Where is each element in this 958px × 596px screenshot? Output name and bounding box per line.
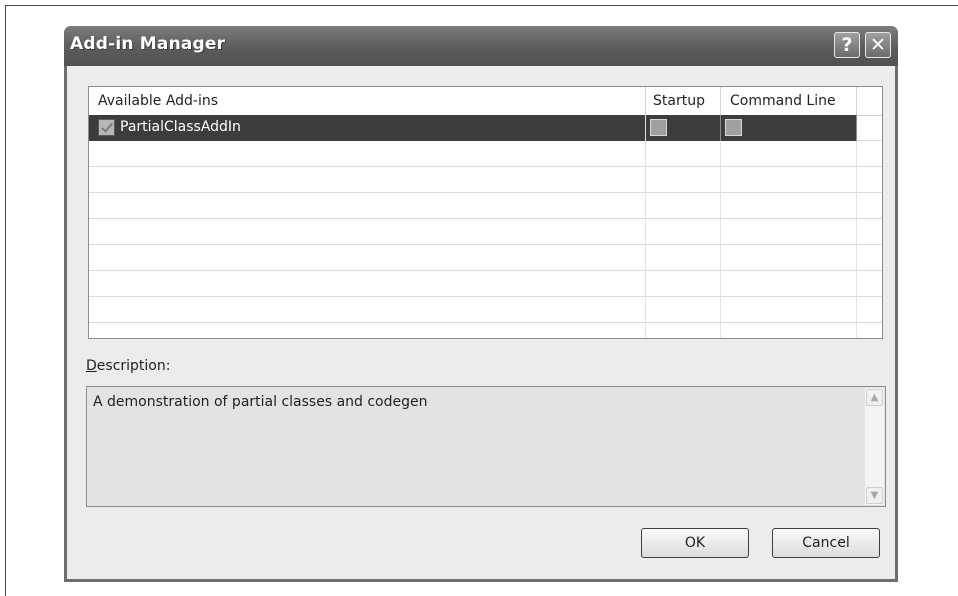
- close-icon: ✕: [870, 34, 886, 56]
- list-item-empty: [89, 193, 882, 219]
- help-icon: ?: [841, 34, 853, 56]
- dialog-client-area: Available Add-ins Startup Command Line P…: [67, 66, 895, 579]
- empty-cell: [89, 271, 646, 297]
- empty-cell: [721, 245, 857, 271]
- empty-cell: [646, 323, 721, 338]
- empty-cell: [646, 297, 721, 323]
- description-text: A demonstration of partial classes and c…: [93, 394, 428, 410]
- empty-cell: [89, 219, 646, 245]
- startup-cell[interactable]: [646, 115, 721, 141]
- description-box[interactable]: A demonstration of partial classes and c…: [86, 386, 886, 507]
- description-label-mnemonic: D: [86, 358, 97, 374]
- addin-enabled-checkbox[interactable]: [98, 119, 115, 136]
- empty-cell: [89, 323, 646, 338]
- column-header-startup[interactable]: Startup: [646, 87, 721, 115]
- empty-cell: [646, 219, 721, 245]
- description-label-rest: escription:: [96, 358, 171, 374]
- empty-cell: [721, 141, 857, 167]
- list-item-empty: [89, 167, 882, 193]
- empty-cell: [89, 297, 646, 323]
- list-item-empty: [89, 219, 882, 245]
- addin-name: PartialClassAddIn: [120, 119, 241, 135]
- empty-cell: [721, 323, 857, 338]
- window-title: Add-in Manager: [70, 34, 226, 54]
- startup-checkbox[interactable]: [650, 119, 667, 136]
- empty-cell: [646, 167, 721, 193]
- scroll-up-icon[interactable]: ▲: [866, 389, 883, 406]
- addin-name-cell[interactable]: PartialClassAddIn: [89, 115, 646, 141]
- cancel-button[interactable]: Cancel: [772, 528, 880, 558]
- add-in-manager-dialog: Add-in Manager ? ✕ Available Add-ins Sta…: [64, 26, 898, 582]
- list-rows: PartialClassAddIn: [89, 115, 882, 338]
- column-header-available-addins[interactable]: Available Add-ins: [89, 87, 646, 115]
- empty-cell: [721, 297, 857, 323]
- empty-cell: [89, 193, 646, 219]
- command-line-checkbox[interactable]: [725, 119, 742, 136]
- list-item-empty: [89, 323, 882, 338]
- empty-cell: [646, 245, 721, 271]
- ok-button[interactable]: OK: [641, 528, 749, 558]
- list-item-empty: [89, 141, 882, 167]
- command-line-cell[interactable]: [721, 115, 857, 141]
- available-addins-list[interactable]: Available Add-ins Startup Command Line P…: [88, 86, 883, 339]
- list-header: Available Add-ins Startup Command Line: [89, 87, 882, 116]
- empty-cell: [89, 141, 646, 167]
- empty-cell: [721, 271, 857, 297]
- column-header-command-line[interactable]: Command Line: [721, 87, 857, 115]
- title-bar[interactable]: Add-in Manager ? ✕: [64, 26, 898, 66]
- empty-cell: [646, 271, 721, 297]
- close-button[interactable]: ✕: [865, 32, 891, 58]
- scroll-down-icon[interactable]: ▼: [866, 487, 883, 504]
- page-border-left: [5, 5, 6, 596]
- empty-cell: [89, 245, 646, 271]
- empty-cell: [646, 141, 721, 167]
- empty-cell: [646, 193, 721, 219]
- help-button[interactable]: ?: [834, 32, 860, 58]
- description-scrollbar[interactable]: ▲ ▼: [865, 388, 884, 505]
- list-item-partialclassaddin[interactable]: PartialClassAddIn: [89, 115, 882, 141]
- list-item-empty: [89, 245, 882, 271]
- empty-cell: [721, 193, 857, 219]
- list-item-empty: [89, 271, 882, 297]
- empty-cell: [721, 219, 857, 245]
- empty-cell: [721, 167, 857, 193]
- page-border-top: [5, 5, 958, 6]
- empty-cell: [89, 167, 646, 193]
- list-item-empty: [89, 297, 882, 323]
- description-label: Description:: [86, 358, 170, 374]
